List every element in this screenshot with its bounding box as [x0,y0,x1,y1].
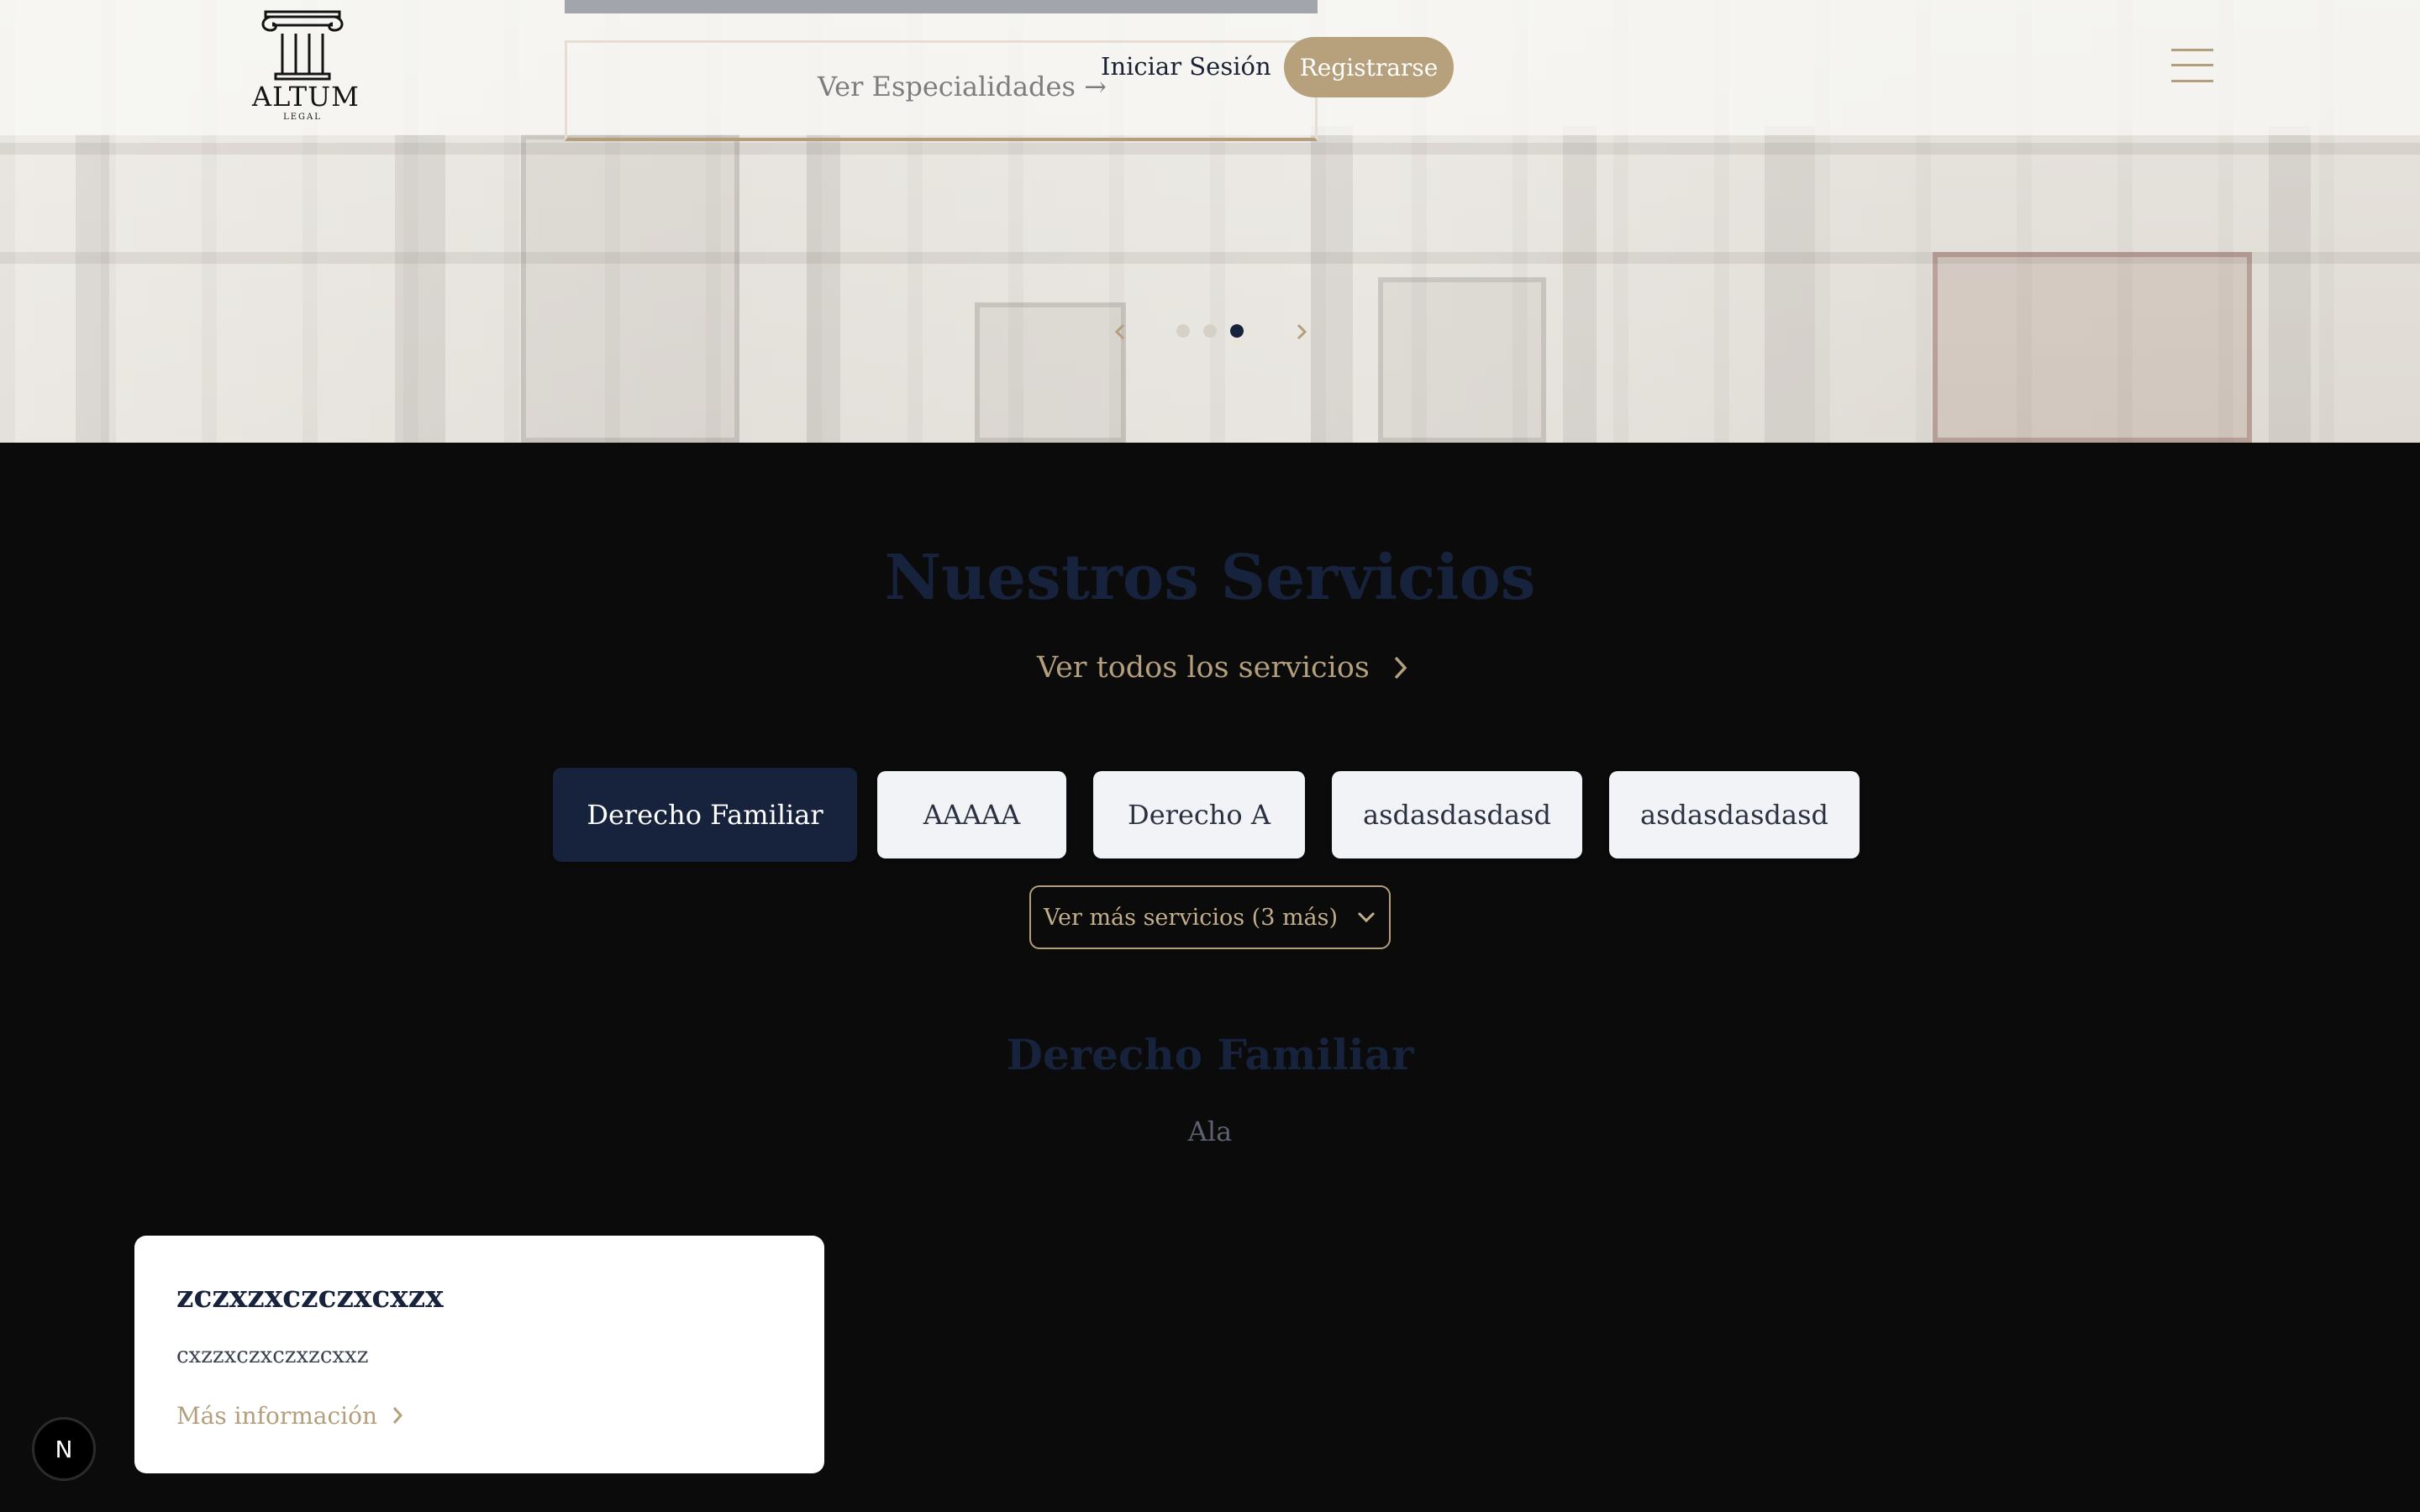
hero-image-strip [565,0,1318,13]
services-title: Nuestros Servicios [884,542,1536,614]
logo-wordmark: ALTUM [252,81,360,113]
menu-bar [2171,80,2213,82]
tab-aaaaa[interactable]: AAAAA [877,771,1066,858]
chevron-left-icon [1114,323,1125,340]
view-specialties-link[interactable]: Ver Especialidades → [818,71,1107,102]
tab-asdasdasdasd-1[interactable]: asdasdasdasd [1332,771,1582,858]
selected-service-title: Derecho Familiar [1006,1030,1414,1079]
hero-backdrop-column [2269,126,2311,443]
tab-derecho-familiar[interactable]: Derecho Familiar [553,768,857,862]
logo[interactable]: ALTUM LEGAL [252,7,360,124]
service-card-body: cxzzxczxczxzcxxz [176,1343,369,1368]
tab-derecho-a[interactable]: Derecho A [1093,771,1305,858]
page: ALTUM LEGAL Ver Especialidades → Iniciar… [0,0,2420,1512]
service-tabs: Derecho Familiar AAAAA Derecho A asdasda… [0,768,2420,862]
carousel-dot[interactable] [1203,324,1217,338]
hero-backdrop-column [1765,126,1815,443]
login-link[interactable]: Iniciar Sesión [1101,52,1271,81]
hero-backdrop-window [1378,277,1546,443]
see-all-services-link[interactable]: Ver todos los servicios [1037,647,1410,689]
logo-subtitle: LEGAL [283,113,322,122]
see-all-services-label: Ver todos los servicios [1037,651,1370,685]
hero-backdrop-column [1311,126,1353,443]
chevron-right-icon [1297,323,1307,340]
chevron-right-icon [392,1407,403,1424]
menu-bar [2171,49,2213,51]
more-info-link[interactable]: Más información [176,1399,404,1432]
site-header: ALTUM LEGAL Ver Especialidades → Iniciar… [0,0,2420,141]
carousel-dot-active[interactable] [1230,324,1244,338]
column-logo-icon [261,10,344,81]
more-info-label: Más información [176,1401,377,1430]
hero-section: ALTUM LEGAL Ver Especialidades → Iniciar… [0,0,2420,443]
hero-backdrop-column [1563,126,1597,443]
chevron-down-icon [1357,911,1376,923]
more-services-label: Ver más servicios (3 más) [1043,904,1339,931]
hero-backdrop-column [76,134,109,443]
chevron-right-icon [1394,656,1407,680]
more-services-button[interactable]: Ver más servicios (3 más) [1029,885,1391,949]
service-card: zczxzxczczxcxzx cxzzxczxczxzcxxz Más inf… [134,1236,824,1473]
carousel-next-button[interactable] [1289,319,1314,344]
service-card-title: zczxzxczczxcxzx [176,1279,444,1315]
tab-asdasdasdasd-2[interactable]: asdasdasdasd [1609,771,1860,858]
hamburger-menu-button[interactable] [2171,49,2213,82]
hero-backdrop-column [807,134,840,443]
hero-backdrop-column [395,134,445,443]
hero-backdrop-window [975,302,1126,443]
carousel-prev-button[interactable] [1107,319,1133,344]
hero-backdrop-window [1933,252,2252,443]
selected-service-description: Ala [1187,1116,1233,1147]
menu-bar [2171,64,2213,66]
carousel-dot[interactable] [1176,324,1190,338]
dev-tools-badge[interactable]: N [32,1417,96,1481]
hero-backdrop-cornice [0,143,2420,155]
register-button[interactable]: Registrarse [1284,37,1454,97]
hero-backdrop-window [521,134,739,443]
